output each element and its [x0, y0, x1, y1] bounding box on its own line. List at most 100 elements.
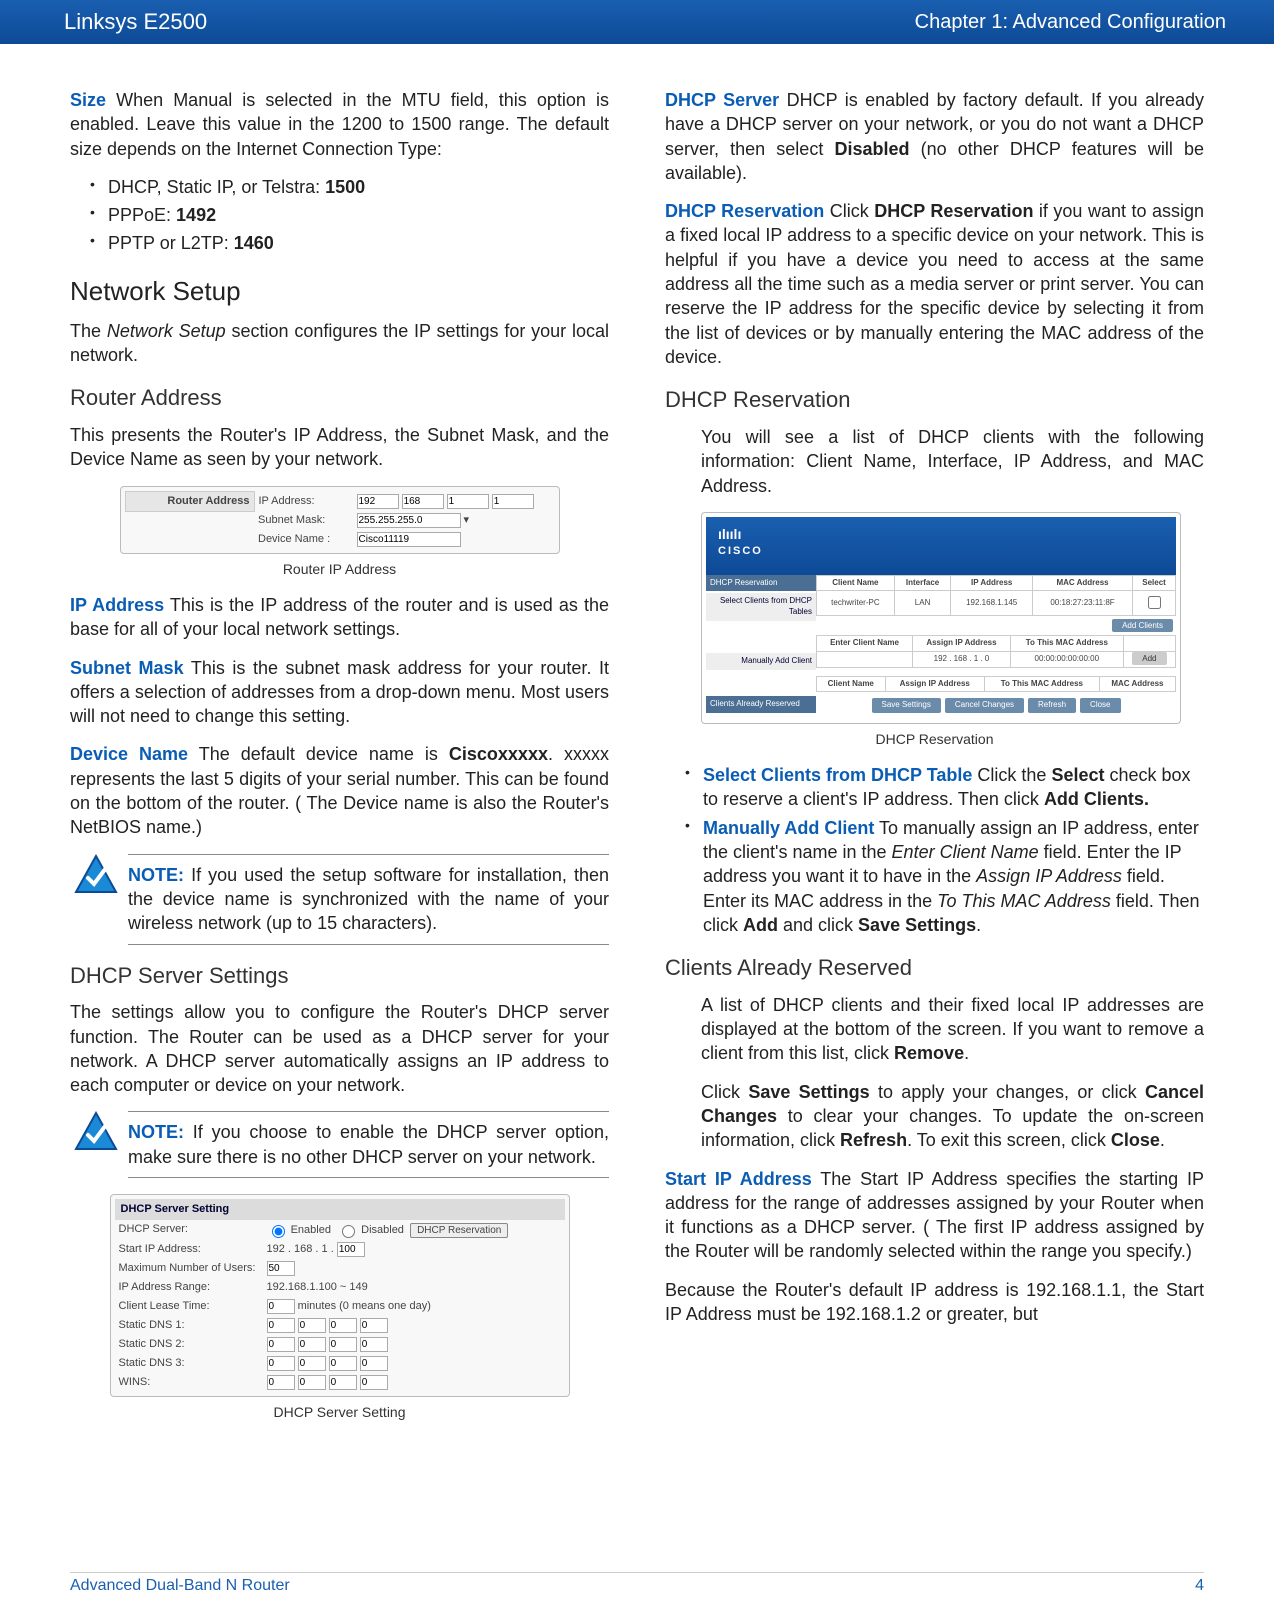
dns-octet[interactable] [329, 1337, 357, 1352]
wins-octet[interactable] [329, 1375, 357, 1390]
field-label: IP Address: [254, 491, 353, 511]
device-name-input[interactable] [357, 532, 461, 547]
dns-octet[interactable] [329, 1356, 357, 1371]
paragraph: You will see a list of DHCP clients with… [665, 425, 1204, 498]
start-ip-input[interactable] [337, 1242, 365, 1257]
dhcp-reservation-button[interactable]: DHCP Reservation [410, 1223, 508, 1238]
lease-time-input[interactable] [267, 1299, 295, 1314]
ip-octet[interactable] [402, 494, 444, 509]
select-client-checkbox[interactable] [1148, 596, 1161, 609]
paragraph: The settings allow you to configure the … [70, 1000, 609, 1097]
field-label: Client Lease Time: [115, 1297, 263, 1316]
side-tab: Clients Already Reserved [706, 696, 816, 713]
ip-fields [353, 491, 555, 511]
refresh-button[interactable]: Refresh [1028, 698, 1076, 713]
save-settings-button[interactable]: Save Settings [872, 698, 941, 713]
field-label: IP Address Range: [115, 1278, 263, 1297]
dhcp-disabled-radio[interactable] [342, 1225, 355, 1238]
paragraph: Click Save Settings to apply your change… [665, 1080, 1204, 1153]
figure-dhcp-reservation: ılıılıılıılı CISCOCISCO DHCP Reservation… [701, 512, 1181, 724]
manual-add-table: Enter Client NameAssign IP AddressTo Thi… [816, 635, 1176, 668]
field-label: WINS: [115, 1373, 263, 1392]
dns-octet[interactable] [298, 1318, 326, 1333]
subnet-mask-para: Subnet Mask This is the subnet mask addr… [70, 656, 609, 729]
heading-router-address: Router Address [70, 383, 609, 413]
table-row: 192 . 168 . 1 . 000:00:00:00:00:00Add [817, 651, 1176, 667]
paragraph: This presents the Router's IP Address, t… [70, 423, 609, 472]
ip-octet[interactable] [447, 494, 489, 509]
figure-router-address: Router Address IP Address: Subnet Mask: … [120, 486, 560, 554]
dns-octet[interactable] [360, 1318, 388, 1333]
dns-octet[interactable] [298, 1337, 326, 1352]
figure-caption: DHCP Reservation [665, 730, 1204, 749]
cancel-changes-button[interactable]: Cancel Changes [945, 698, 1024, 713]
topbar: Linksys E2500 Chapter 1: Advanced Config… [0, 0, 1274, 44]
dhcp-enabled-radio[interactable] [272, 1225, 285, 1238]
dns-octet[interactable] [329, 1318, 357, 1333]
close-button[interactable]: Close [1080, 698, 1120, 713]
field-label: Static DNS 3: [115, 1354, 263, 1373]
page-number: 4 [1195, 1577, 1204, 1595]
side-tab: DHCP Reservation [706, 575, 816, 592]
dns-octet[interactable] [360, 1356, 388, 1371]
device-name-para: Device Name The default device name is C… [70, 742, 609, 839]
wins-octet[interactable] [360, 1375, 388, 1390]
field-value: 192.168.1.100 ~ 149 [263, 1278, 565, 1297]
field-label: Static DNS 2: [115, 1335, 263, 1354]
heading-network-setup: Network Setup [70, 274, 609, 309]
ip-octet[interactable] [492, 494, 534, 509]
paragraph: A list of DHCP clients and their fixed l… [665, 993, 1204, 1066]
list-item: PPTP or L2TP: 1460 [90, 231, 609, 255]
wins-octet[interactable] [267, 1375, 295, 1390]
heading-dhcp-reservation: DHCP Reservation [665, 385, 1204, 415]
table-row: techwriter-PCLAN192.168.1.14500:18:27:23… [817, 591, 1176, 616]
add-button[interactable]: Add [1132, 652, 1166, 665]
figure-caption: Router IP Address [70, 560, 609, 579]
dns-octet[interactable] [360, 1337, 388, 1352]
max-users-input[interactable] [267, 1261, 295, 1276]
list-item: PPPoE: 1492 [90, 203, 609, 227]
field-label: Subnet Mask: [254, 511, 353, 530]
subnet-mask-select[interactable] [357, 513, 461, 528]
heading-clients-reserved: Clients Already Reserved [665, 953, 1204, 983]
note-block: NOTE: If you used the setup software for… [70, 854, 609, 945]
chapter-title: Chapter 1: Advanced Configuration [915, 11, 1226, 34]
list-item: Manually Add Client To manually assign a… [685, 816, 1204, 937]
paragraph: Because the Router's default IP address … [665, 1278, 1204, 1327]
start-ip-para: Start IP Address The Start IP Address sp… [665, 1167, 1204, 1264]
figure-section-label: DHCP Server Setting [115, 1199, 565, 1220]
dns-octet[interactable] [267, 1337, 295, 1352]
side-tab: Select Clients from DHCP Tables [706, 593, 816, 621]
field-label: Static DNS 1: [115, 1316, 263, 1335]
list-item: DHCP, Static IP, or Telstra: 1500 [90, 175, 609, 199]
right-column: DHCP Server DHCP is enabled by factory d… [665, 88, 1204, 1436]
wins-octet[interactable] [298, 1375, 326, 1390]
size-bullets: DHCP, Static IP, or Telstra: 1500 PPPoE:… [70, 175, 609, 256]
field-label: Device Name : [254, 530, 353, 549]
dhcp-server-para: DHCP Server DHCP is enabled by factory d… [665, 88, 1204, 185]
figure-section-label: Router Address [125, 491, 254, 511]
figure-caption: DHCP Server Setting [70, 1403, 609, 1422]
field-label: Maximum Number of Users: [115, 1259, 263, 1278]
cisco-logo: ılıılıılıılı CISCOCISCO [706, 517, 1176, 575]
field-label: DHCP Server: [115, 1220, 263, 1240]
product-name: Linksys E2500 [64, 9, 207, 35]
field-label: Start IP Address: [115, 1240, 263, 1259]
left-column: Size When Manual is selected in the MTU … [70, 88, 609, 1436]
ip-octet[interactable] [357, 494, 399, 509]
add-clients-button[interactable]: Add Clients [1112, 619, 1173, 632]
paragraph: The Network Setup section configures the… [70, 319, 609, 368]
heading-dhcp-server-settings: DHCP Server Settings [70, 961, 609, 991]
dns-octet[interactable] [267, 1318, 295, 1333]
reserved-table: Client NameAssign IP AddressTo This MAC … [816, 676, 1176, 693]
clients-table: Client NameInterfaceIP AddressMAC Addres… [816, 575, 1176, 617]
dns-octet[interactable] [298, 1356, 326, 1371]
dns-octet[interactable] [267, 1356, 295, 1371]
ip-address-para: IP Address This is the IP address of the… [70, 593, 609, 642]
footer-model: Advanced Dual-Band N Router [70, 1577, 290, 1595]
size-para: Size When Manual is selected in the MTU … [70, 88, 609, 161]
dhcp-reservation-para: DHCP Reservation Click DHCP Reservation … [665, 199, 1204, 369]
checkmark-icon [74, 1111, 118, 1151]
note-block: NOTE: If you choose to enable the DHCP s… [70, 1111, 609, 1178]
list-item: Select Clients from DHCP Table Click the… [685, 763, 1204, 812]
